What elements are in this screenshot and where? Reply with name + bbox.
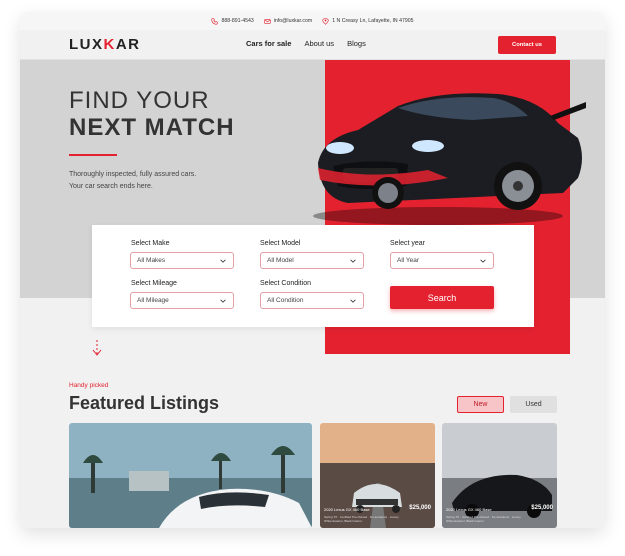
- listing-card-large[interactable]: [69, 423, 312, 528]
- make-value: All Makes: [137, 257, 166, 264]
- email-text: info@luxkar.com: [273, 18, 313, 24]
- phone-text: 888-891-4543: [221, 18, 254, 24]
- logo-part-1: LUX: [69, 36, 104, 53]
- search-panel: Select Make All Makes Select Model All M…: [92, 225, 534, 327]
- listing-image: [320, 423, 435, 528]
- address-info: 1 N Creasy Ln, Lafayette, IN 47905: [322, 17, 414, 25]
- phone-icon: [211, 17, 219, 25]
- arrow-down-icon[interactable]: [91, 339, 103, 359]
- make-select[interactable]: All Makes: [130, 252, 234, 269]
- year-label: Select year: [390, 240, 426, 247]
- listing-image-large: [69, 423, 312, 528]
- listing-title: 2020 Lexus GX 460 Base: [324, 507, 370, 512]
- hero-title-line1: FIND YOUR: [69, 87, 210, 114]
- model-label: Select Model: [260, 240, 301, 247]
- condition-label: Select Condition: [260, 280, 311, 287]
- chevron-down-icon: [220, 259, 226, 263]
- address-text: 1 N Creasy Ln, Lafayette, IN 47905: [332, 18, 414, 24]
- condition-select[interactable]: All Condition: [260, 292, 364, 309]
- listing-meta: Spring TX · Certified Pre-Owned · No acc…: [446, 515, 521, 523]
- browser-frame: 888-891-4543 info@luxkar.com 1 N Creasy …: [20, 12, 605, 528]
- chevron-down-icon: [350, 259, 356, 263]
- mileage-select[interactable]: All Mileage: [130, 292, 234, 309]
- chevron-down-icon: [220, 299, 226, 303]
- location-pin-icon: [322, 17, 329, 25]
- listing-price: $25,000: [531, 505, 553, 511]
- model-select[interactable]: All Model: [260, 252, 364, 269]
- luxkar-logo[interactable]: LUXKAR: [69, 36, 141, 53]
- listing-price: $25,000: [409, 505, 431, 511]
- listing-image: [442, 423, 557, 528]
- year-select[interactable]: All Year: [390, 252, 494, 269]
- make-label: Select Make: [131, 240, 170, 247]
- tab-used[interactable]: Used: [510, 396, 557, 413]
- mail-icon: [264, 18, 271, 24]
- mileage-label: Select Mileage: [131, 280, 177, 287]
- logo-part-2: AR: [115, 36, 141, 53]
- mileage-value: All Mileage: [137, 297, 169, 304]
- chevron-down-icon: [480, 259, 486, 263]
- listing-card[interactable]: 2020 Lexus GX 460 Base $25,000 Spring TX…: [442, 423, 557, 528]
- nav-blogs[interactable]: Blogs: [347, 39, 366, 48]
- nav-cars-for-sale[interactable]: Cars for sale: [246, 39, 291, 48]
- hero-subtitle-line1: Thoroughly inspected, fully assured cars…: [69, 171, 197, 178]
- featured-title: Featured Listings: [69, 393, 220, 413]
- listing-card[interactable]: 2020 Lexus GX 460 Base $25,000 Spring TX…: [320, 423, 435, 528]
- listing-meta: Spring TX · Certified Pre-Owned · No acc…: [324, 515, 399, 523]
- nav-about-us[interactable]: About us: [304, 39, 334, 48]
- featured-eyebrow: Handy picked: [69, 382, 109, 389]
- email-info[interactable]: info@luxkar.com: [264, 18, 312, 25]
- main-navbar: LUXKAR Cars for sale About us Blogs Cont…: [20, 30, 605, 60]
- tab-new[interactable]: New: [457, 396, 504, 413]
- nav-menu: Cars for sale About us Blogs: [246, 39, 366, 48]
- search-button[interactable]: Search: [390, 286, 494, 309]
- logo-part-k: K: [103, 36, 116, 53]
- phone-info[interactable]: 888-891-4543: [211, 17, 254, 25]
- hero-car-image: [313, 93, 586, 225]
- hero-subtitle-line2: Your car search ends here.: [69, 183, 153, 190]
- top-info-bar: 888-891-4543 info@luxkar.com 1 N Creasy …: [20, 12, 605, 30]
- hero-divider: [69, 154, 117, 156]
- condition-value: All Condition: [267, 297, 304, 304]
- contact-us-button[interactable]: Contact us: [498, 36, 556, 54]
- listing-title: 2020 Lexus GX 460 Base: [446, 507, 492, 512]
- model-value: All Model: [267, 257, 294, 264]
- hero-title-line2: NEXT MATCH: [69, 114, 235, 141]
- year-value: All Year: [397, 257, 420, 264]
- chevron-down-icon: [350, 299, 356, 303]
